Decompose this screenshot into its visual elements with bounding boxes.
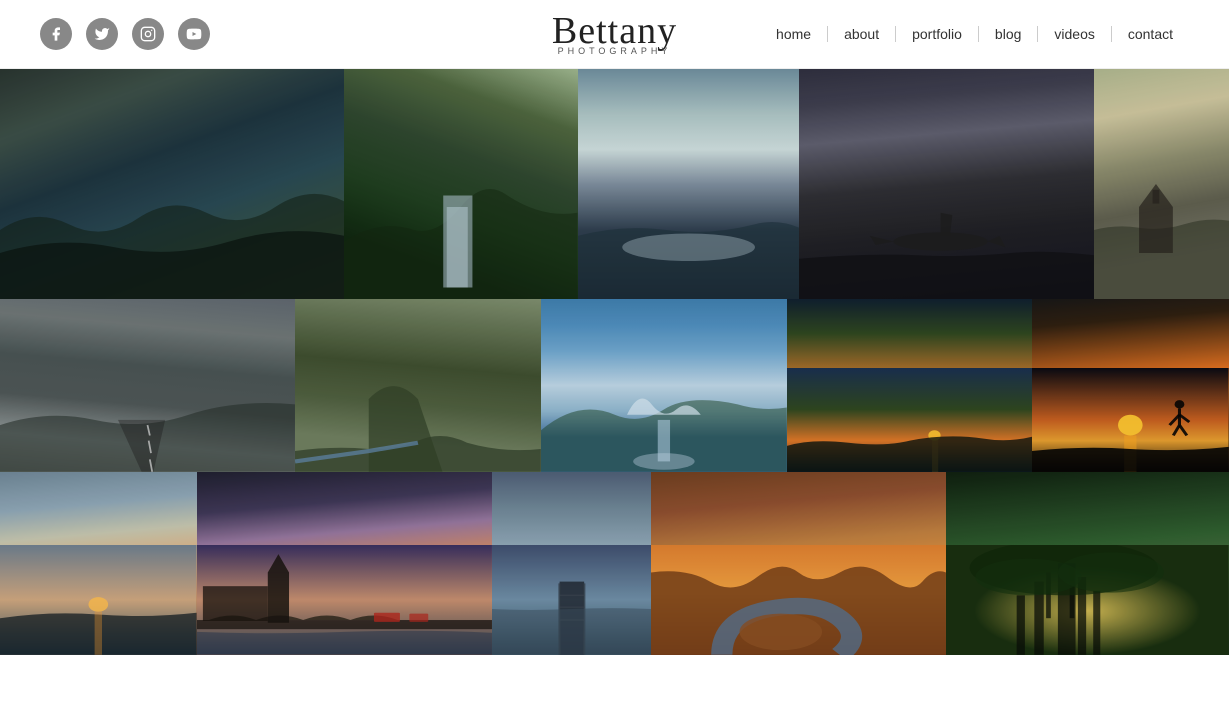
instagram-icon[interactable] bbox=[132, 18, 164, 50]
photo-ice-lake[interactable] bbox=[578, 69, 799, 299]
photo-horseshoe-bend[interactable] bbox=[651, 472, 946, 655]
nav-home[interactable]: home bbox=[760, 26, 828, 42]
logo-script-text: Bettany bbox=[552, 12, 677, 50]
photo-banyan-tree[interactable] bbox=[946, 472, 1229, 655]
photo-sunset-coast[interactable] bbox=[787, 299, 1033, 472]
site-header: Bettany PHOTOGRAPHY home about portfolio… bbox=[0, 0, 1229, 69]
social-links bbox=[40, 18, 210, 50]
gallery-row-1 bbox=[0, 69, 1229, 299]
nav-videos[interactable]: videos bbox=[1038, 26, 1111, 42]
photo-sunset-ocean[interactable] bbox=[0, 472, 197, 655]
nav-blog[interactable]: blog bbox=[979, 26, 1038, 42]
photo-waterfall[interactable] bbox=[344, 69, 578, 299]
photo-gallery bbox=[0, 69, 1229, 655]
facebook-icon[interactable] bbox=[40, 18, 72, 50]
photo-kirkjufell[interactable] bbox=[295, 299, 541, 472]
photo-pier[interactable] bbox=[492, 472, 652, 655]
main-navigation: home about portfolio blog videos contact bbox=[760, 26, 1189, 42]
nav-portfolio[interactable]: portfolio bbox=[896, 26, 979, 42]
photo-glacier-valley[interactable] bbox=[541, 299, 787, 472]
logo-subtitle: PHOTOGRAPHY bbox=[552, 46, 677, 56]
photo-london-westminster[interactable] bbox=[197, 472, 492, 655]
nav-contact[interactable]: contact bbox=[1112, 26, 1189, 42]
gallery-row-2 bbox=[0, 299, 1229, 472]
photo-coastal-cliffs[interactable] bbox=[0, 69, 344, 299]
twitter-icon[interactable] bbox=[86, 18, 118, 50]
photo-church[interactable] bbox=[1094, 69, 1229, 299]
nav-about[interactable]: about bbox=[828, 26, 896, 42]
youtube-icon[interactable] bbox=[178, 18, 210, 50]
gallery-row-3 bbox=[0, 472, 1229, 655]
site-logo[interactable]: Bettany PHOTOGRAPHY bbox=[552, 12, 677, 56]
photo-silhouette-sunset[interactable] bbox=[1032, 299, 1229, 472]
photo-plane-wreck[interactable] bbox=[799, 69, 1094, 299]
photo-mountain-road[interactable] bbox=[0, 299, 295, 472]
